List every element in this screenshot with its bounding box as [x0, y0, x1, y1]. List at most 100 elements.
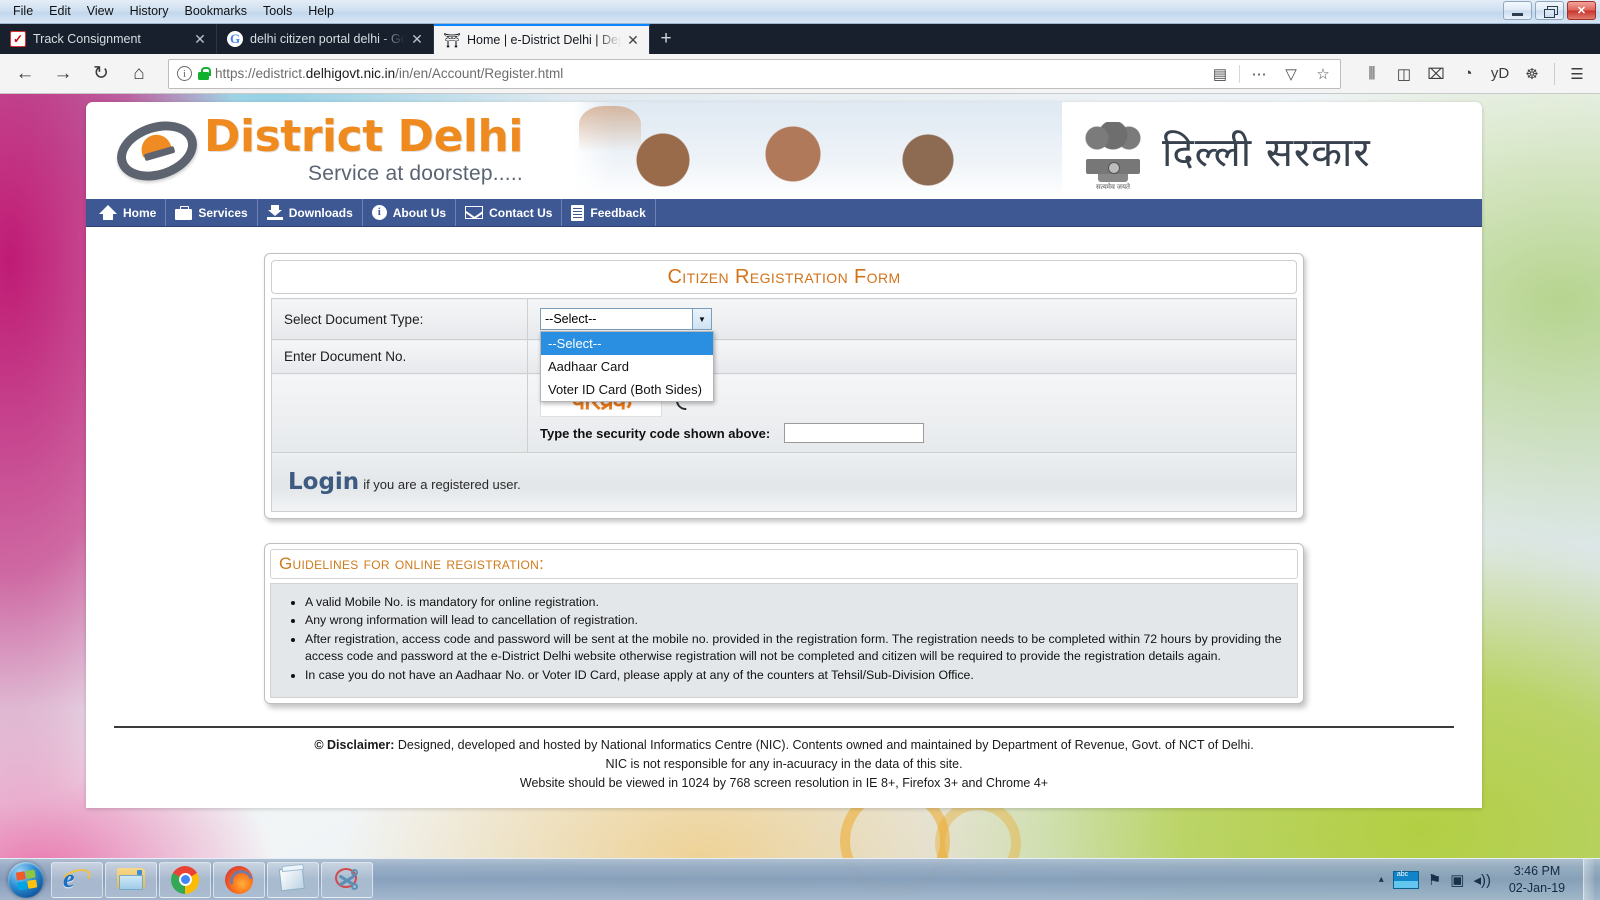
- nav-label: Services: [198, 205, 248, 220]
- taskbar-internet-explorer[interactable]: e: [51, 861, 103, 898]
- reader-mode-icon[interactable]: ▤: [1207, 61, 1233, 87]
- taskbar-mozilla-firefox[interactable]: [213, 861, 265, 898]
- menu-help[interactable]: Help: [301, 2, 341, 21]
- taskbar-google-chrome[interactable]: [159, 861, 211, 898]
- site-info-icon[interactable]: i: [177, 66, 192, 81]
- tab-close-icon[interactable]: ✕: [409, 31, 425, 47]
- language-bar-icon[interactable]: [1392, 870, 1419, 889]
- pocket-icon[interactable]: ▽: [1278, 61, 1304, 87]
- volume-icon[interactable]: ◂)): [1473, 871, 1491, 889]
- edistrict-e-logo-icon: [109, 111, 205, 190]
- nav-item-feedback[interactable]: Feedback: [562, 199, 656, 226]
- tab-edistrict-delhi[interactable]: ⛩ Home | e-District Delhi | Depart ✕: [434, 24, 650, 54]
- document-type-select[interactable]: --Select-- ▼: [540, 308, 712, 330]
- document-type-dropdown-list: --Select-- Aadhaar Card Voter ID Card (B…: [540, 331, 714, 402]
- dropdown-option-voter-id-card[interactable]: Voter ID Card (Both Sides): [541, 378, 713, 401]
- nav-item-contact-us[interactable]: Contact Us: [456, 199, 563, 226]
- chevron-down-icon[interactable]: ▼: [692, 309, 711, 329]
- login-note: if you are a registered user.: [363, 477, 521, 492]
- page-actions-icon[interactable]: ⋯: [1246, 61, 1272, 87]
- india-state-emblem-icon: सत्यमेव जयते: [1076, 110, 1150, 192]
- divider: [1554, 62, 1555, 85]
- show-hidden-icons-icon[interactable]: ▴: [1379, 874, 1384, 885]
- info-icon: i: [371, 205, 387, 220]
- menu-history[interactable]: History: [123, 2, 176, 21]
- site-navigation-menu: Home Services Downloads i About Us Conta…: [86, 199, 1482, 227]
- home-button[interactable]: ⌂: [122, 58, 156, 90]
- nav-item-about-us[interactable]: i About Us: [363, 199, 457, 226]
- network-icon[interactable]: ▣: [1450, 871, 1464, 889]
- footer-line-2: NIC is not responsible for any in-acuura…: [605, 757, 963, 772]
- minimize-button[interactable]: [1503, 1, 1532, 20]
- document-type-selected-value: --Select--: [545, 312, 597, 326]
- windows-taskbar: e ▴ ⚑ ▣ ◂)) 3:46 PM 02-Jan-19: [0, 858, 1600, 900]
- footer-line-1: © Disclaimer: Designed, developed and ho…: [114, 736, 1454, 755]
- site-header: District Delhi Service at doorstep..... …: [86, 102, 1482, 199]
- nav-item-services[interactable]: Services: [166, 199, 258, 226]
- reload-button[interactable]: ↻: [84, 58, 118, 90]
- captcha-input-row: Type the security code shown above:: [540, 423, 1284, 443]
- bookmark-star-icon[interactable]: ☆: [1310, 61, 1336, 87]
- site-logo[interactable]: District Delhi Service at doorstep.....: [86, 102, 573, 199]
- hamburger-menu-icon[interactable]: ☰: [1562, 59, 1592, 89]
- nav-label: Contact Us: [489, 205, 553, 220]
- taskbar-file-explorer[interactable]: [105, 861, 157, 898]
- login-cell: Login if you are a registered user.: [271, 452, 1297, 512]
- tab-track-consignment[interactable]: ✓ Track Consignment ✕: [0, 24, 217, 54]
- dropdown-option-aadhaar-card[interactable]: Aadhaar Card: [541, 355, 713, 378]
- tab-close-icon[interactable]: ✕: [625, 32, 641, 48]
- nav-label: Downloads: [288, 205, 353, 220]
- screenshot-icon[interactable]: ⌧: [1421, 59, 1451, 89]
- browser-tabstrip: ✓ Track Consignment ✕ G delhi citizen po…: [0, 24, 1600, 54]
- menu-view[interactable]: View: [80, 2, 121, 21]
- track-consignment-favicon-icon: ✓: [10, 31, 26, 47]
- home-icon: [99, 205, 117, 220]
- table-row-doc-type: Select Document Type: --Select-- ▼ --Sel…: [271, 298, 1297, 402]
- action-flag-icon[interactable]: ⚑: [1428, 871, 1441, 889]
- taskbar-snipping-tool[interactable]: [321, 861, 373, 898]
- clock[interactable]: 3:46 PM 02-Jan-19: [1500, 863, 1574, 897]
- login-link[interactable]: Login: [288, 469, 359, 495]
- url-text: https://edistrict.delhigovt.nic.in/in/en…: [215, 66, 564, 81]
- edistrict-page: District Delhi Service at doorstep..... …: [86, 102, 1482, 808]
- menu-bookmarks[interactable]: Bookmarks: [177, 2, 254, 21]
- lifebuoy-icon[interactable]: ☸: [1517, 59, 1547, 89]
- tab-label: delhi citizen portal delhi - Goog: [250, 32, 405, 46]
- sidebar-icon[interactable]: ◫: [1389, 59, 1419, 89]
- divider: [1239, 64, 1240, 83]
- taskbar-notepad[interactable]: [267, 861, 319, 898]
- chat-bubble-icon[interactable]: ◔: [1453, 59, 1483, 89]
- clock-time: 3:46 PM: [1513, 863, 1561, 878]
- application-menubar: File Edit View History Bookmarks Tools H…: [0, 0, 341, 24]
- maximize-button[interactable]: [1535, 1, 1564, 20]
- show-desktop-button[interactable]: [1583, 858, 1594, 900]
- tab-google-search[interactable]: G delhi citizen portal delhi - Goog ✕: [217, 24, 434, 54]
- new-tab-button[interactable]: +: [650, 24, 682, 54]
- youdao-icon[interactable]: yD: [1485, 59, 1515, 89]
- start-button[interactable]: [2, 861, 50, 899]
- guidelines-list: A valid Mobile No. is mandatory for onli…: [305, 594, 1285, 684]
- registration-form-table: Select Document Type: --Select-- ▼ --Sel…: [271, 298, 1297, 512]
- list-item: After registration, access code and pass…: [305, 631, 1285, 666]
- menu-edit[interactable]: Edit: [42, 2, 78, 21]
- close-button[interactable]: ✕: [1567, 1, 1596, 20]
- captcha-spacer-cell: [271, 373, 528, 453]
- forward-button[interactable]: →: [46, 58, 80, 90]
- library-icon[interactable]: ⫼: [1357, 59, 1387, 89]
- doc-type-label: Select Document Type:: [271, 298, 528, 340]
- emblem-motto: सत्यमेव जयते: [1095, 183, 1131, 191]
- menu-file[interactable]: File: [6, 2, 40, 21]
- nav-label: Home: [123, 205, 157, 220]
- menu-tools[interactable]: Tools: [256, 2, 299, 21]
- dropdown-option-select[interactable]: --Select--: [541, 332, 713, 355]
- list-item: A valid Mobile No. is mandatory for onli…: [305, 594, 1285, 611]
- back-button[interactable]: ←: [8, 58, 42, 90]
- nav-item-home[interactable]: Home: [90, 199, 167, 226]
- nav-item-downloads[interactable]: Downloads: [258, 199, 363, 226]
- snipping-tool-icon: [333, 867, 361, 893]
- tab-close-icon[interactable]: ✕: [192, 31, 208, 47]
- captcha-input[interactable]: [784, 423, 925, 443]
- address-bar[interactable]: i https://edistrict.delhigovt.nic.in/in/…: [168, 58, 1341, 89]
- disclaimer-label: © Disclaimer:: [314, 738, 395, 753]
- document-type-select-wrapper: --Select-- ▼ --Select-- Aadhaar Card Vot…: [540, 308, 714, 402]
